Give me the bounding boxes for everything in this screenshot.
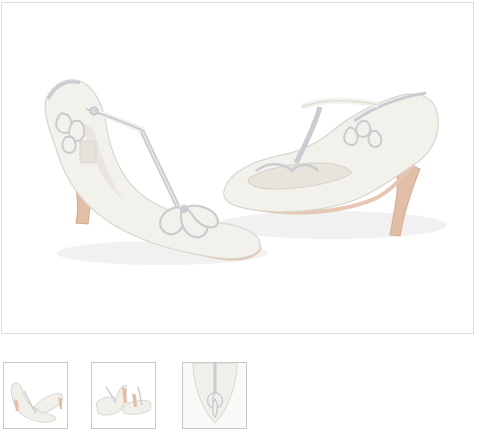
thumbnail-image	[183, 363, 246, 428]
thumbnail-toe-detail[interactable]	[182, 362, 247, 429]
product-image-gallery	[0, 0, 481, 431]
left-shoe	[44, 79, 262, 261]
main-product-image[interactable]	[1, 2, 474, 334]
thumbnail-image	[10, 382, 64, 423]
shoe-pair-illustration	[44, 79, 447, 265]
thumbnail-image	[95, 384, 152, 416]
thumbnail-pair-three-quarter[interactable]	[3, 362, 68, 429]
thumbnail-pair-side-by-side[interactable]	[91, 362, 156, 429]
